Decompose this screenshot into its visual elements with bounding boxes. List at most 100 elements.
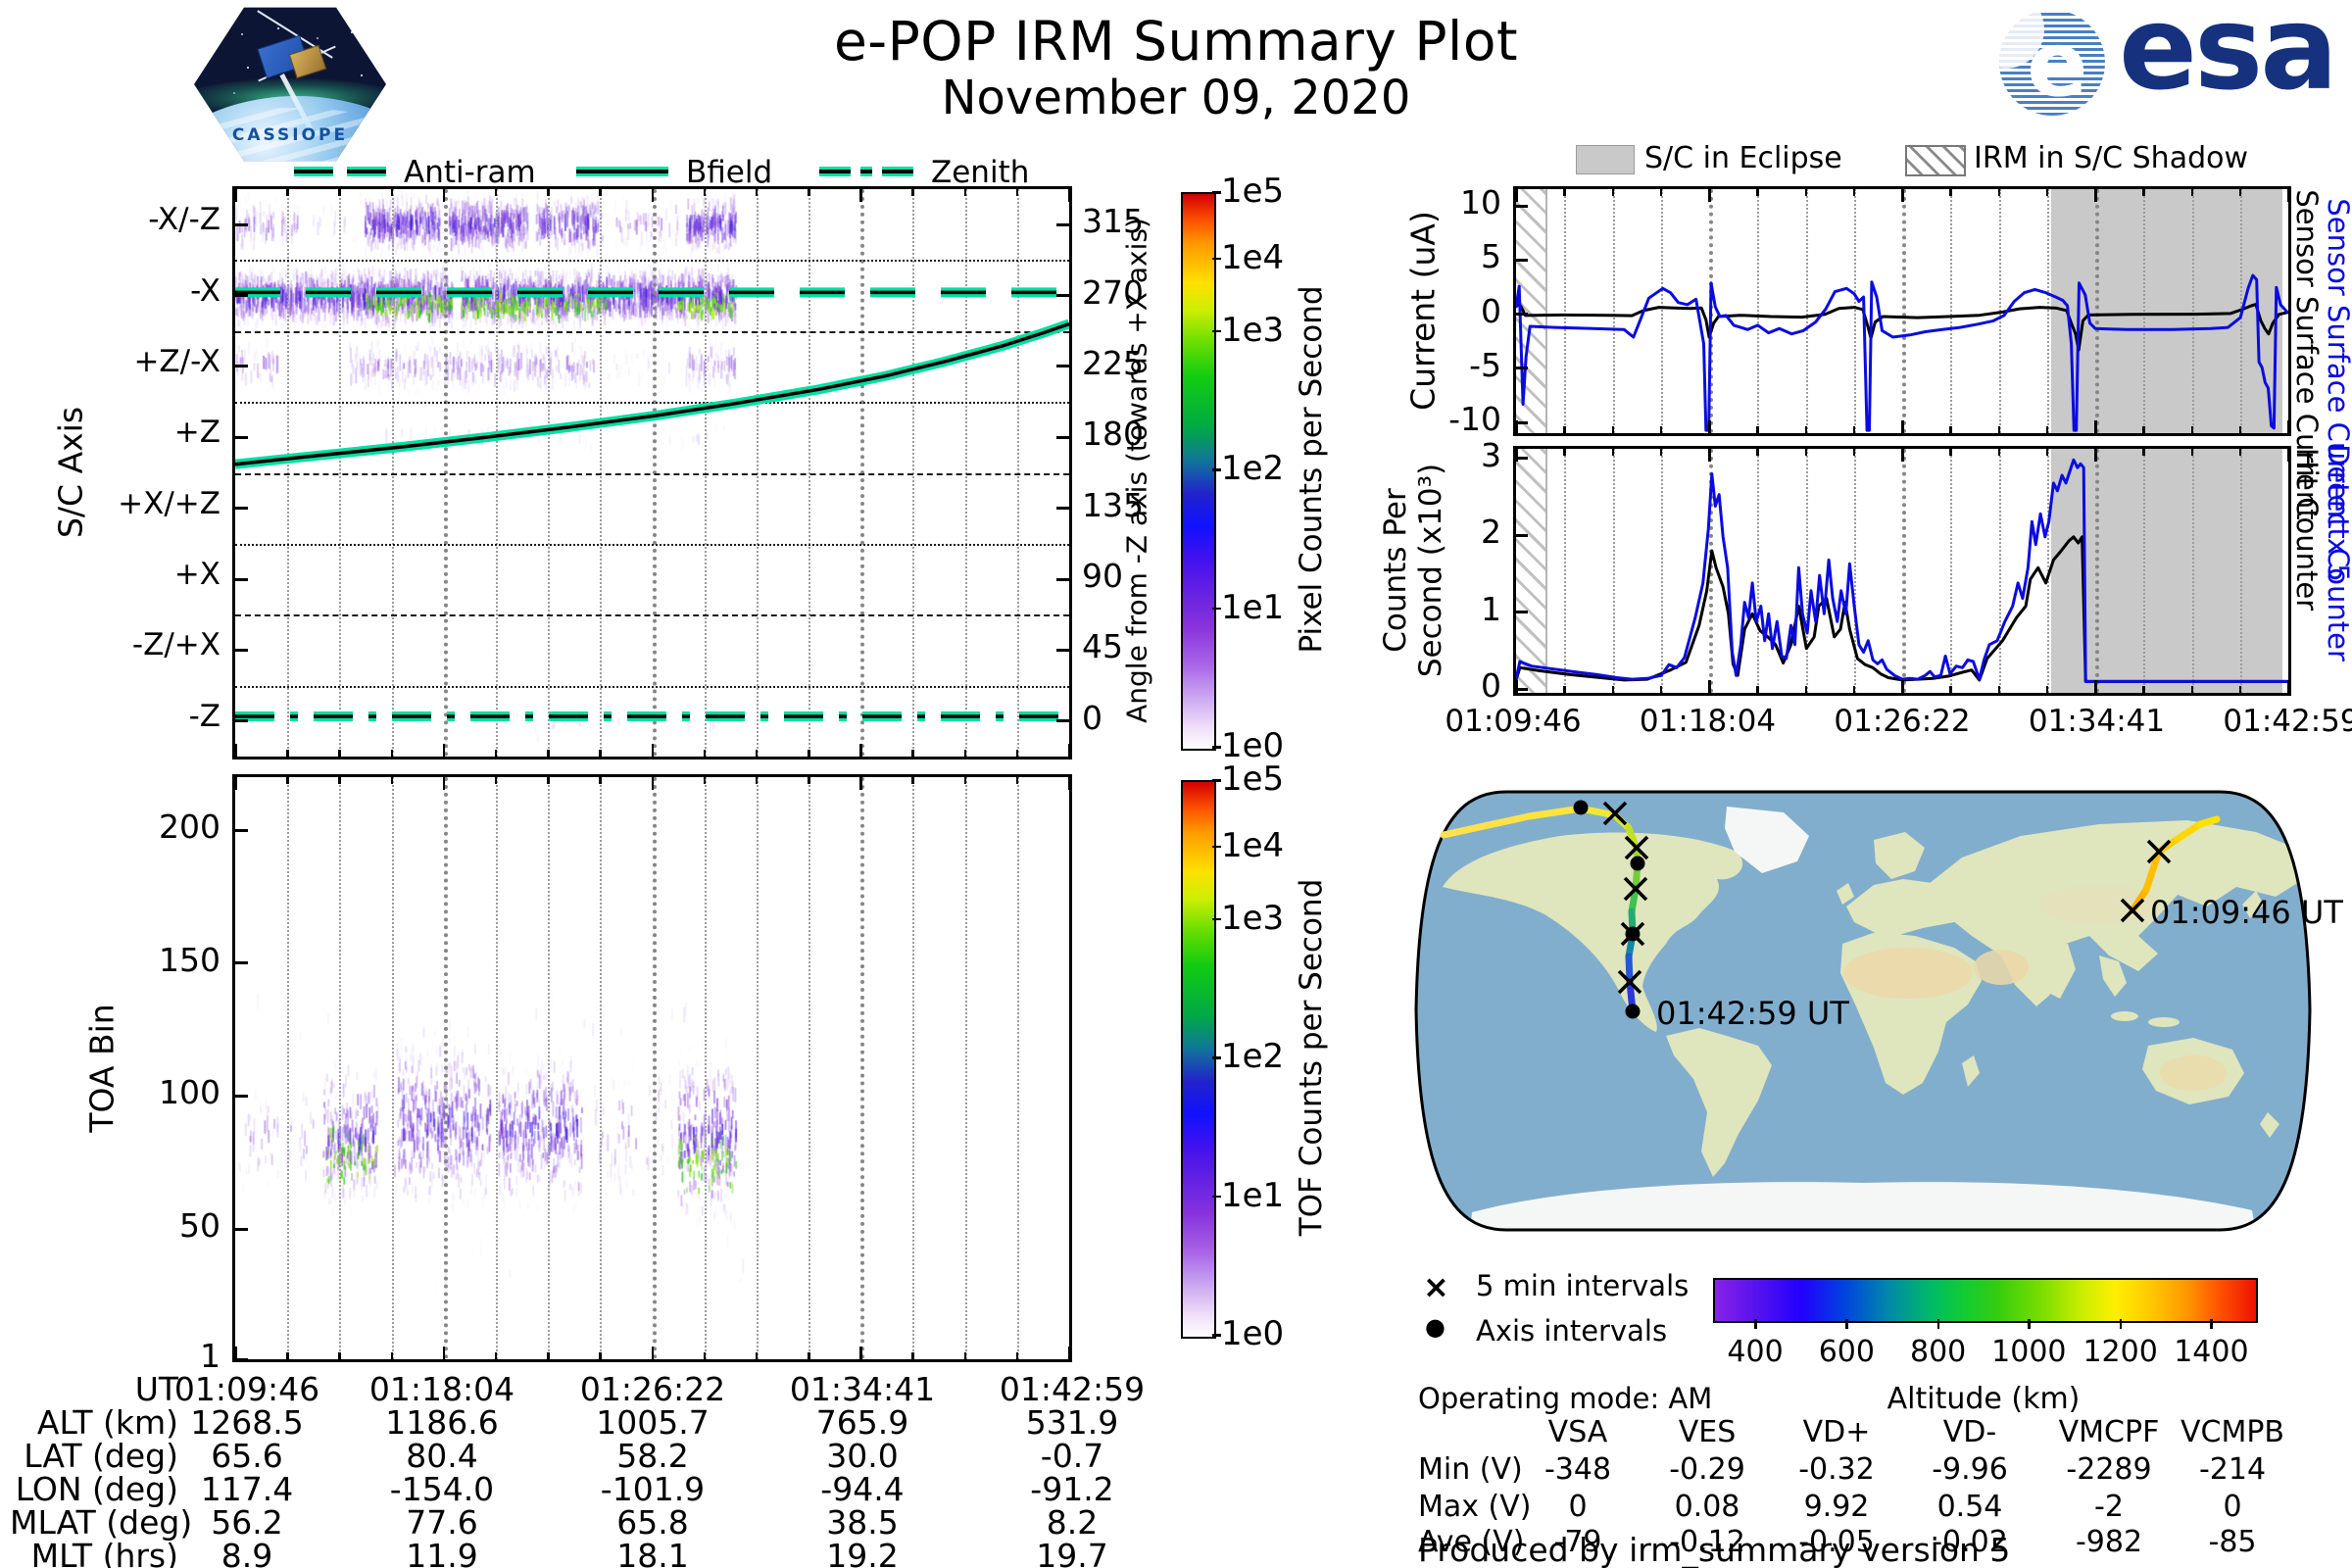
dot-marker-icon: ● <box>1425 1313 1446 1341</box>
x-tick <box>1949 189 1952 196</box>
zenith-legend-label: Zenith <box>931 155 1030 190</box>
x-tick <box>442 189 446 202</box>
x-tick <box>2094 189 2097 202</box>
x-tick <box>859 189 862 202</box>
gridline-major <box>860 777 865 1359</box>
y-tick <box>235 507 248 511</box>
x-tick <box>1852 686 1856 693</box>
page-date: November 09, 2020 <box>941 71 1411 125</box>
x-tick <box>1852 426 1856 433</box>
x-tick <box>2238 189 2242 196</box>
gridline-major <box>652 777 657 1359</box>
x-tick <box>1997 449 2000 456</box>
y-tick <box>1516 313 1528 316</box>
zenith-line-sample-dot <box>860 167 872 176</box>
sc-axis-spectrogram-panel <box>232 186 1072 760</box>
tof-colorbar <box>1181 780 1216 1339</box>
counts-tick-label: 1 <box>1481 589 1501 628</box>
x-tick <box>599 1352 602 1359</box>
x-tick <box>1563 426 1566 433</box>
x-tick <box>1015 189 1019 196</box>
gridline-minor <box>756 777 759 1359</box>
counts-panel <box>1513 446 2291 696</box>
colorbar-tick-label: 1e5 <box>1221 172 1285 211</box>
volt-cell: -9.96 <box>1932 1452 2008 1487</box>
x-tick <box>963 777 967 784</box>
x-tick <box>1708 420 1711 433</box>
gridline-minor <box>808 777 811 1359</box>
colorbar-tick <box>1212 257 1221 261</box>
y-tick <box>235 577 248 581</box>
zenith-line-sample2 <box>882 167 913 176</box>
counts-tick-label: 0 <box>1481 666 1501 705</box>
y-tick <box>1516 258 1528 262</box>
volt-cell: -85 <box>2208 1525 2257 1559</box>
x-tick <box>442 777 446 790</box>
y-tick <box>235 1094 248 1098</box>
angle-tick-label: 0 <box>1082 698 1102 737</box>
x-tick <box>1949 686 1952 693</box>
x-tick <box>755 750 759 757</box>
y-tick <box>235 222 248 226</box>
y-tick <box>1516 533 1528 537</box>
band-label: +Z/-X <box>133 343 220 379</box>
x-tick <box>1659 686 1663 693</box>
x-tick <box>1068 777 1071 790</box>
x-tick <box>547 777 550 784</box>
x-tick <box>2238 686 2242 693</box>
esa-wordmark: esa <box>2119 0 2338 116</box>
ground-track-map <box>1414 790 2312 1232</box>
volt-cell: -214 <box>2198 1452 2267 1487</box>
x-tick <box>859 1347 862 1359</box>
volt-row-label: Min (V) <box>1418 1452 1523 1487</box>
x-tick <box>703 750 707 757</box>
colorbar-tick-label: 1e3 <box>1221 898 1285 938</box>
altitude-tick <box>2028 1319 2031 1329</box>
angle-tick-label: 90 <box>1082 557 1123 596</box>
page-title: e-POP IRM Summary Plot <box>833 10 1519 73</box>
band-label: +X/+Z <box>118 485 220 521</box>
x-tick <box>1949 426 1952 433</box>
x-tick <box>390 777 394 784</box>
gridline-minor <box>339 777 342 1359</box>
x-tick <box>2045 449 2049 456</box>
colorbar-tick-label: 1e1 <box>1221 587 1285 627</box>
x-tick <box>2045 189 2049 196</box>
track-start-label: 01:09:46 UT <box>2150 894 2343 931</box>
x-tick <box>1068 189 1071 202</box>
volt-cell: 0.54 <box>1936 1490 2003 1524</box>
volt-col-header: VSA <box>1547 1415 1608 1449</box>
x-tick <box>1015 750 1019 757</box>
x-tick <box>442 1347 446 1359</box>
series-sensor-surface-current <box>1516 303 2288 352</box>
volt-col-header: VMCPF <box>2058 1415 2160 1449</box>
sc-axis-lines <box>235 287 1069 721</box>
bfield-legend-label: Bfield <box>686 155 773 190</box>
series-sensor-surface-current-x-5 <box>1516 273 2288 432</box>
counts-tick-label: 3 <box>1481 435 1501 474</box>
x-tick <box>338 777 341 784</box>
band-label: +X <box>173 557 220 593</box>
x-tick <box>1068 1347 1071 1359</box>
current-tick-label: -10 <box>1448 400 1501 438</box>
time-tick-label: 01:26:22 <box>1834 704 1971 739</box>
toa-tick-label: 100 <box>159 1073 220 1112</box>
toa-spectrogram-panel <box>232 774 1072 1362</box>
band-label: -Z/+X <box>131 627 220 663</box>
x-tick <box>338 189 341 196</box>
x-tick <box>703 777 707 784</box>
esa-globe-e: e <box>2027 12 2088 116</box>
x-tick <box>1997 426 2000 433</box>
x-tick <box>1515 449 1518 462</box>
x-tick <box>547 750 550 757</box>
y-tick <box>235 435 248 439</box>
x-tick <box>286 750 289 757</box>
volt-col-header: VD+ <box>1802 1415 1871 1449</box>
x-tick <box>2287 189 2290 202</box>
y-tick <box>1516 687 1528 691</box>
gridline-minor <box>1016 777 1019 1359</box>
x-tick <box>2287 449 2290 462</box>
volt-cell: 0.08 <box>1674 1490 1740 1524</box>
x-tick <box>755 1352 759 1359</box>
colorbar-tick-label: 1e3 <box>1221 310 1285 350</box>
